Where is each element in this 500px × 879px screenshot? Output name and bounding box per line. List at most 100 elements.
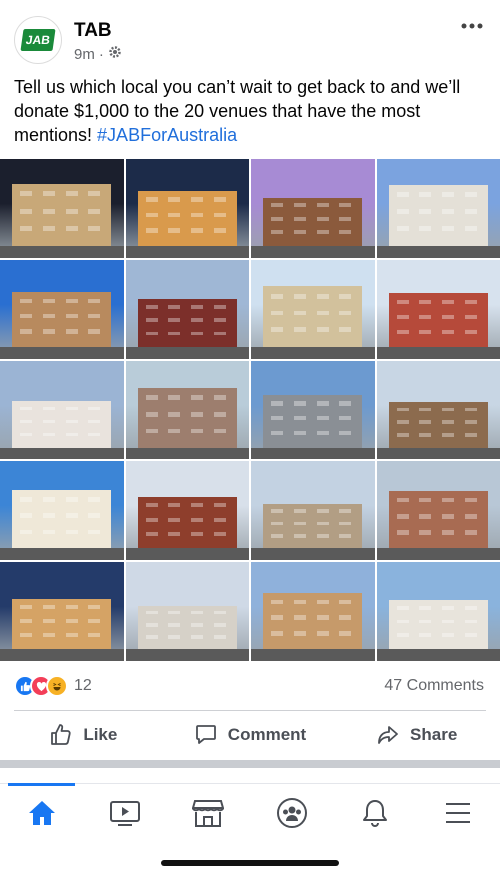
window-shape (88, 513, 101, 518)
venue-photo[interactable] (376, 461, 500, 561)
window-shape (396, 633, 409, 638)
window-shape (271, 416, 284, 421)
hashtag-link[interactable]: #JABForAustralia (97, 125, 237, 145)
venue-photo[interactable] (0, 461, 124, 561)
window-shape (20, 191, 33, 197)
venue-photo[interactable] (125, 259, 249, 359)
venue-photo[interactable] (125, 562, 249, 661)
tab-marketplace[interactable] (167, 784, 250, 841)
tab-watch[interactable] (83, 784, 166, 841)
window-shape (419, 420, 432, 424)
like-button[interactable]: Like (0, 712, 167, 758)
reactions-summary[interactable]: 12 (14, 675, 92, 697)
window-shape (145, 212, 158, 218)
street-shape (0, 649, 124, 661)
window-shape (65, 618, 78, 623)
venue-photo[interactable] (125, 461, 249, 561)
tab-home[interactable] (0, 783, 83, 841)
post-body: Tell us which local you can’t wait to ge… (14, 77, 461, 145)
venue-photo[interactable] (251, 461, 375, 561)
window-shape (42, 191, 55, 197)
window-shape (42, 298, 55, 304)
tab-menu[interactable] (417, 784, 500, 841)
venue-photo[interactable] (0, 562, 124, 661)
street-shape (125, 346, 249, 359)
like-label: Like (83, 725, 118, 744)
building-shape (263, 592, 363, 650)
venue-photo[interactable] (0, 159, 124, 258)
window-shape (42, 529, 55, 535)
window-shape (20, 497, 33, 502)
window-shape (293, 310, 306, 316)
window-shape (464, 619, 477, 624)
venue-photo[interactable] (376, 259, 500, 359)
home-indicator[interactable] (161, 860, 339, 866)
window-shape (65, 208, 78, 214)
window-shape (419, 209, 432, 215)
venue-photo[interactable] (376, 159, 500, 258)
street-shape (0, 245, 124, 258)
window-shape (213, 395, 226, 401)
window-shape (145, 635, 158, 639)
more-options-button[interactable] (456, 14, 488, 38)
window-shape (271, 430, 284, 435)
window-shape (145, 305, 158, 309)
venue-photo[interactable] (125, 159, 249, 258)
venue-photo[interactable] (251, 259, 375, 359)
venue-photo[interactable] (0, 259, 124, 359)
photo-grid[interactable] (0, 159, 500, 661)
window-shape (339, 293, 352, 299)
page-avatar[interactable]: JAB (14, 16, 62, 64)
window-shape (168, 212, 181, 218)
window-shape (464, 226, 477, 232)
page-name[interactable]: TAB (74, 20, 112, 42)
building-shape (388, 293, 488, 347)
comment-button[interactable]: Comment (167, 712, 334, 758)
window-shape (293, 534, 306, 538)
window-shape (88, 529, 101, 535)
venue-photo[interactable] (251, 360, 375, 460)
window-shape (168, 305, 181, 309)
window-shape (65, 432, 78, 437)
window-shape (65, 298, 78, 304)
window-shape (464, 209, 477, 215)
window-shape (442, 314, 455, 319)
tab-notifications[interactable] (333, 784, 416, 841)
window-shape (42, 618, 55, 623)
window-shape (20, 432, 33, 437)
venue-photo[interactable] (251, 159, 375, 258)
window-shape (316, 230, 329, 235)
venue-photo[interactable] (251, 562, 375, 661)
comments-count-link[interactable]: 47 Comments (384, 677, 484, 695)
window-shape (419, 192, 432, 197)
window-shape (339, 615, 352, 620)
window-shape (396, 420, 409, 424)
window-shape (464, 420, 477, 424)
window-shape (20, 618, 33, 623)
window-shape (213, 623, 226, 627)
window-shape (145, 531, 158, 536)
share-button[interactable]: Share (333, 712, 500, 758)
window-shape (464, 329, 477, 334)
post-meta: 9m · (74, 45, 122, 63)
window-shape (419, 329, 432, 334)
window-shape (168, 197, 181, 202)
window-shape (145, 331, 158, 336)
window-shape (271, 216, 284, 221)
building-shape (12, 183, 112, 246)
window-shape (419, 407, 432, 412)
tab-groups[interactable] (250, 784, 333, 841)
window-shape (88, 432, 101, 437)
venue-photo[interactable] (376, 562, 500, 661)
haha-reaction-icon (46, 675, 68, 697)
venue-photo[interactable] (125, 360, 249, 460)
venue-photo[interactable] (376, 360, 500, 460)
venue-photo[interactable] (0, 360, 124, 460)
building-shape (388, 402, 488, 448)
window-shape (442, 619, 455, 624)
window-shape (145, 623, 158, 627)
post-time[interactable]: 9m (74, 46, 95, 63)
window-shape (168, 610, 181, 615)
building-shape (388, 184, 488, 246)
window-shape (88, 419, 101, 424)
